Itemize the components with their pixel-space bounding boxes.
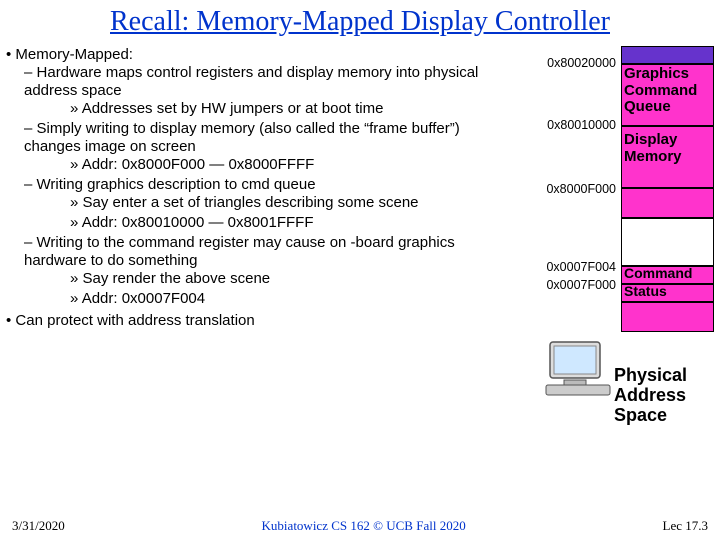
bullet-addr-fb: Addr: 0x8000F000 — 0x8000FFFF — [24, 156, 502, 174]
content-row: Memory-Mapped: Hardware maps control reg… — [0, 38, 720, 334]
bullet-memory-mapped: Memory-Mapped: Hardware maps control reg… — [6, 46, 502, 308]
label-command: Command — [624, 266, 712, 281]
memory-map-column: 0x80020000 0x80010000 0x8000F000 0x0007F… — [502, 46, 714, 334]
block-gap-white — [621, 218, 714, 266]
bullet-cmd-register: Writing to the command register may caus… — [6, 234, 502, 308]
footer-date: 3/31/2020 — [12, 518, 65, 534]
slide-title: Recall: Memory-Mapped Display Controller — [0, 0, 720, 38]
block-gap-1 — [621, 188, 714, 218]
footer: 3/31/2020 Kubiatowicz CS 162 © UCB Fall … — [0, 518, 720, 534]
addr-8000F000: 0x8000F000 — [506, 182, 616, 196]
label-graphics-queue: Graphics Command Queue — [624, 66, 712, 116]
bullet-hw-maps: Hardware maps control registers and disp… — [6, 64, 502, 118]
block-top-violet — [621, 46, 714, 64]
monitor-icon — [544, 338, 614, 398]
addr-0007F004: 0x0007F004 — [506, 260, 616, 274]
addr-80020000: 0x80020000 — [506, 56, 616, 70]
footer-course: Kubiatowicz CS 162 © UCB Fall 2020 — [262, 518, 466, 534]
bullet-render: Say render the above scene — [24, 270, 502, 288]
label-display-memory: Display Memory — [624, 132, 712, 165]
bullet-addr-cmd: Addr: 0x0007F004 — [24, 290, 502, 308]
block-bottom-gap — [621, 302, 714, 332]
bullet-frame-buffer: Simply writing to display memory (also c… — [6, 120, 502, 174]
label-status: Status — [624, 284, 712, 299]
bullet-addr-cq: Addr: 0x80010000 — 0x8001FFFF — [24, 214, 502, 232]
bullet-addresses-set: Addresses set by HW jumpers or at boot t… — [24, 100, 502, 118]
footer-lecture: Lec 17.3 — [663, 518, 708, 534]
bullet-triangles: Say enter a set of triangles describing … — [24, 194, 502, 212]
bullet-protect: Can protect with address translation — [6, 312, 502, 330]
bullet-column: Memory-Mapped: Hardware maps control reg… — [6, 46, 502, 334]
addr-0007F000: 0x0007F000 — [506, 278, 616, 292]
bullet-cmd-queue: Writing graphics description to cmd queu… — [6, 176, 502, 232]
addr-80010000: 0x80010000 — [506, 118, 616, 132]
label-physical-address-space: Physical Address Space — [614, 366, 714, 425]
